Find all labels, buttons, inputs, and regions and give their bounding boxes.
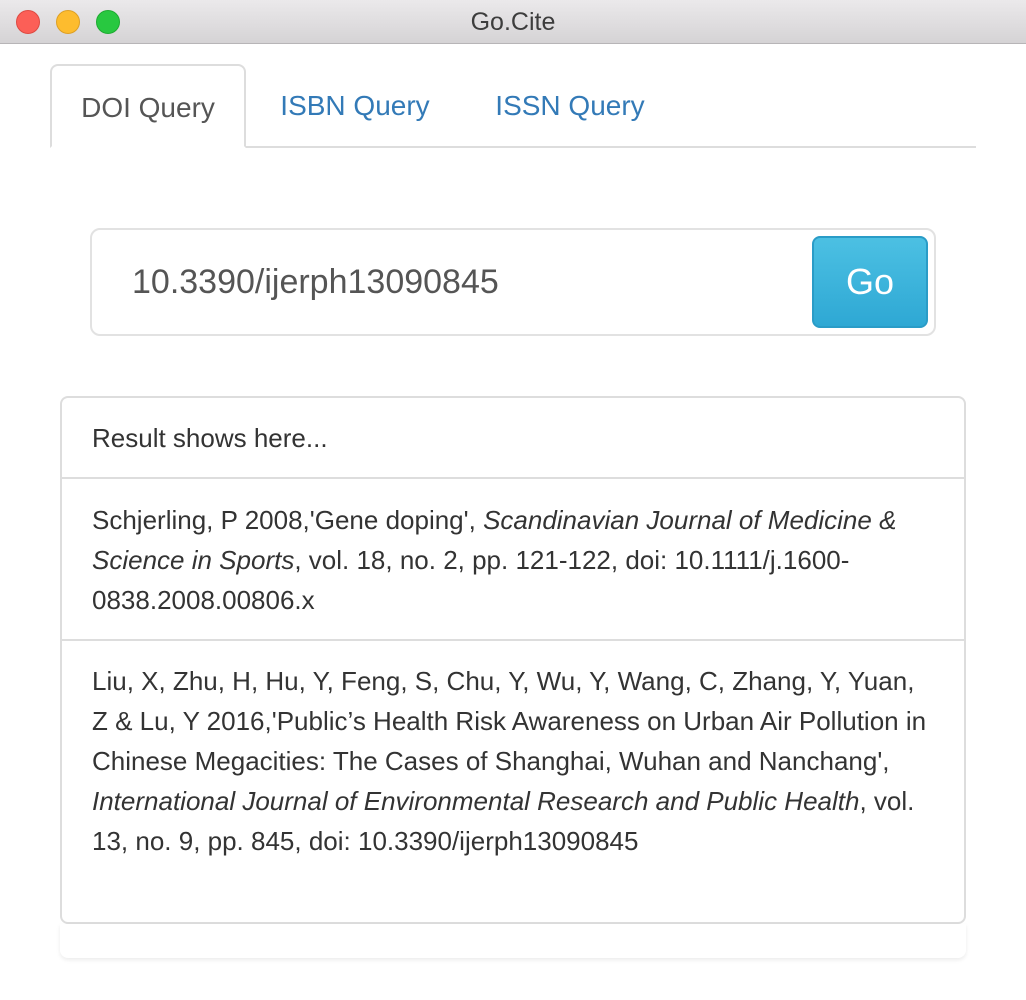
- window-title: Go.Cite: [470, 8, 556, 36]
- results-panel: Result shows here... Schjerling, P 2008,…: [60, 396, 966, 924]
- citation-authors-title: Schjerling, P 2008,'Gene doping',: [92, 505, 484, 535]
- citation-item[interactable]: Schjerling, P 2008,'Gene doping', Scandi…: [62, 479, 964, 641]
- results-heading: Result shows here...: [62, 398, 964, 479]
- tab-isbn-query[interactable]: ISBN Query: [258, 64, 452, 148]
- tab-doi-query[interactable]: DOI Query: [50, 64, 246, 148]
- app-window: Go.Cite DOI Query ISBN Query ISSN Query …: [0, 0, 1026, 1000]
- citation-authors-title: Liu, X, Zhu, H, Hu, Y, Feng, S, Chu, Y, …: [92, 666, 927, 776]
- doi-input[interactable]: [92, 230, 812, 334]
- doi-search-group: Go: [90, 228, 936, 336]
- query-tabs: DOI Query ISBN Query ISSN Query: [50, 64, 976, 148]
- citation-journal: International Journal of Environmental R…: [92, 786, 860, 816]
- tab-issn-query[interactable]: ISSN Query: [476, 64, 664, 148]
- go-button[interactable]: Go: [812, 236, 928, 328]
- title-bar[interactable]: Go.Cite: [0, 0, 1026, 44]
- citation-item[interactable]: Liu, X, Zhu, H, Hu, Y, Feng, S, Chu, Y, …: [62, 641, 964, 922]
- results-panel-footer: [60, 924, 966, 958]
